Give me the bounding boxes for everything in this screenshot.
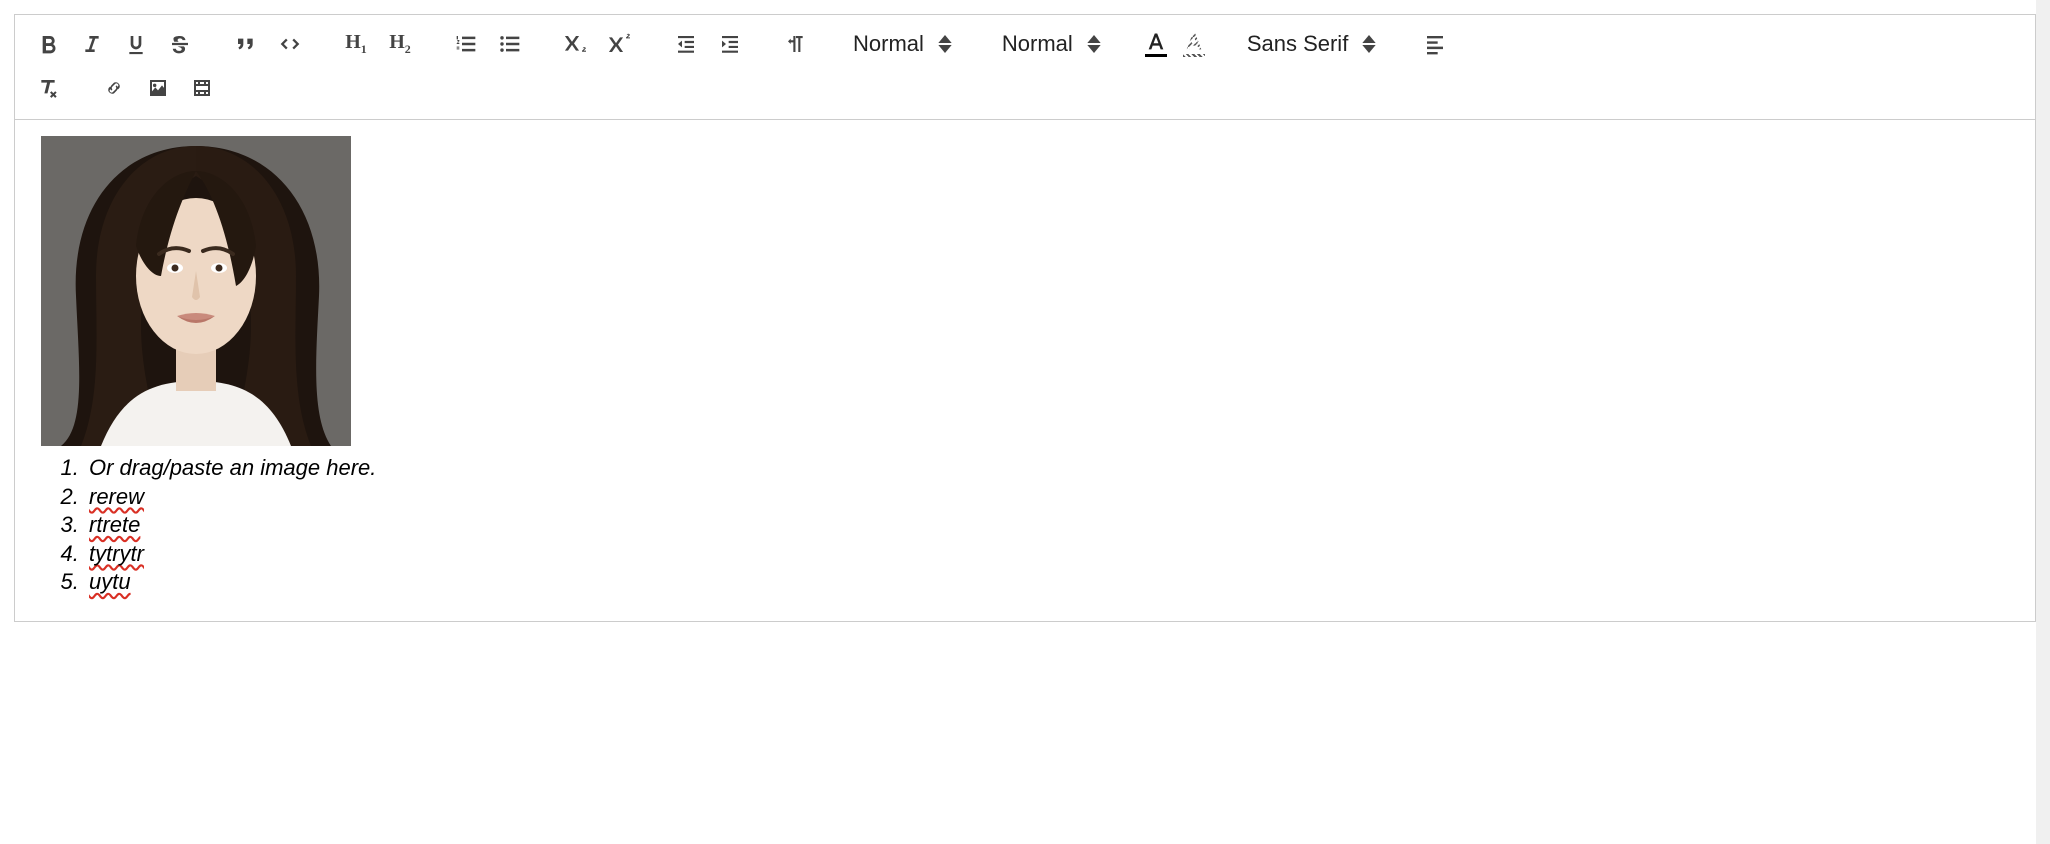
code-block-button[interactable] — [271, 25, 309, 63]
align-button[interactable] — [1416, 25, 1454, 63]
embedded-image[interactable] — [41, 136, 351, 446]
header2-button[interactable]: H2 — [381, 25, 419, 63]
indent-button[interactable] — [711, 25, 749, 63]
group-block — [227, 25, 309, 63]
chevron-updown-icon — [938, 35, 952, 53]
ordered-list[interactable]: Or drag/paste an image here. rerew rtret… — [63, 454, 2009, 597]
size-picker-label: Normal — [996, 31, 1087, 57]
blockquote-button[interactable] — [227, 25, 265, 63]
header-picker[interactable]: Normal — [843, 25, 958, 63]
link-button[interactable] — [95, 69, 133, 107]
bg-color-bar — [1183, 54, 1205, 57]
font-picker[interactable]: Sans Serif — [1237, 25, 1383, 63]
editor-container: H1 H2 — [14, 14, 2036, 622]
strike-button[interactable] — [161, 25, 199, 63]
list-item[interactable]: uytu — [85, 568, 2009, 597]
bold-button[interactable] — [29, 25, 67, 63]
group-lists — [447, 25, 529, 63]
list-item[interactable]: rtrete — [85, 511, 2009, 540]
group-inline — [29, 25, 199, 63]
list-item[interactable]: tytrytr — [85, 540, 2009, 569]
group-font-picker: Sans Serif — [1237, 25, 1389, 63]
group-headers: H1 H2 — [337, 25, 419, 63]
underline-button[interactable] — [117, 25, 155, 63]
superscript-button[interactable] — [601, 25, 639, 63]
group-size-picker: Normal — [992, 25, 1113, 63]
group-colors — [1141, 30, 1209, 59]
outdent-button[interactable] — [667, 25, 705, 63]
scrollbar-track[interactable] — [2036, 0, 2050, 844]
subscript-button[interactable] — [557, 25, 595, 63]
chevron-updown-icon — [1087, 35, 1101, 53]
header1-button[interactable]: H1 — [337, 25, 375, 63]
group-direction — [777, 25, 815, 63]
bg-color-button[interactable] — [1179, 30, 1209, 59]
italic-button[interactable] — [73, 25, 111, 63]
group-header-picker: Normal — [843, 25, 964, 63]
editor-content[interactable]: Or drag/paste an image here. rerew rtret… — [15, 120, 2035, 621]
list-item[interactable]: rerew — [85, 483, 2009, 512]
header-picker-label: Normal — [847, 31, 938, 57]
clean-format-button[interactable] — [29, 69, 67, 107]
group-media — [95, 69, 221, 107]
size-picker[interactable]: Normal — [992, 25, 1107, 63]
text-color-bar — [1145, 54, 1167, 57]
image-button[interactable] — [139, 69, 177, 107]
text-color-button[interactable] — [1141, 30, 1171, 59]
direction-button[interactable] — [777, 25, 815, 63]
toolbar: H1 H2 — [15, 15, 2035, 120]
chevron-updown-icon — [1362, 35, 1376, 53]
group-align — [1416, 25, 1454, 63]
group-clean — [29, 69, 67, 107]
bullet-list-button[interactable] — [491, 25, 529, 63]
video-button[interactable] — [183, 69, 221, 107]
list-item[interactable]: Or drag/paste an image here. — [85, 454, 2009, 483]
font-picker-label: Sans Serif — [1241, 31, 1363, 57]
h2-icon: H2 — [389, 31, 411, 57]
ordered-list-button[interactable] — [447, 25, 485, 63]
h1-icon: H1 — [345, 31, 367, 57]
group-indent — [667, 25, 749, 63]
group-script — [557, 25, 639, 63]
